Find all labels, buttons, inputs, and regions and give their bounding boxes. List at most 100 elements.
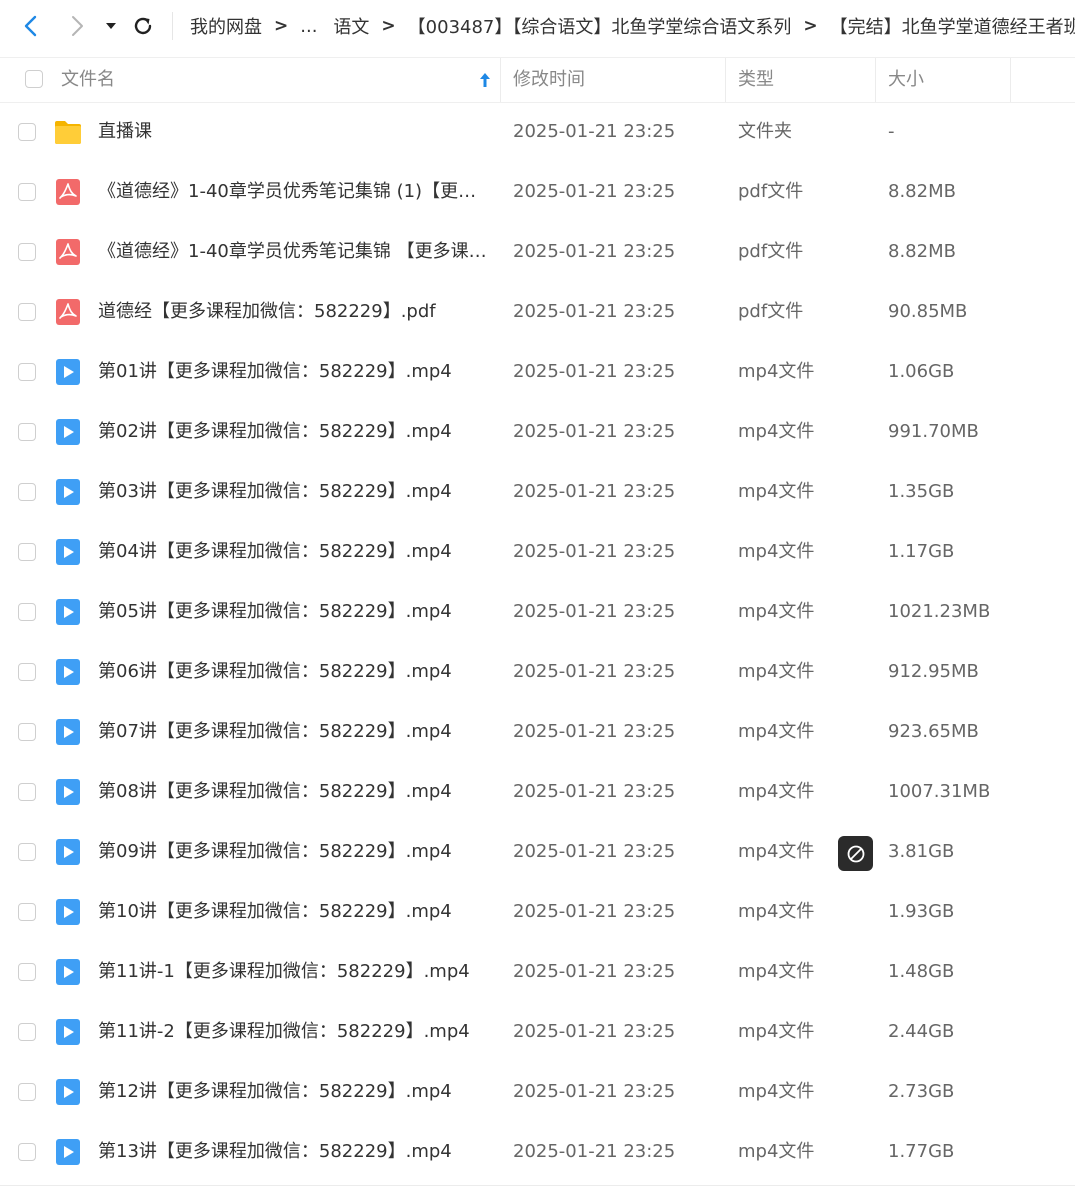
video-file-icon bbox=[56, 779, 80, 805]
block-badge[interactable] bbox=[838, 836, 873, 871]
row-checkbox[interactable] bbox=[18, 663, 36, 681]
column-divider[interactable] bbox=[875, 58, 876, 102]
video-file-icon bbox=[56, 899, 80, 925]
table-row[interactable]: 第11讲-1【更多课程加微信：582229】.mp4 2025-01-21 23:… bbox=[0, 942, 1075, 1002]
folder-icon bbox=[55, 121, 81, 144]
video-file-icon bbox=[56, 1139, 80, 1165]
row-checkbox[interactable] bbox=[18, 423, 36, 441]
table-row[interactable]: 第01讲【更多课程加微信：582229】.mp4 2025-01-21 23:25… bbox=[0, 342, 1075, 402]
file-name[interactable]: 第07讲【更多课程加微信：582229】.mp4 bbox=[98, 702, 490, 762]
block-icon bbox=[847, 845, 864, 862]
column-divider[interactable] bbox=[1010, 58, 1011, 102]
video-file-icon bbox=[56, 479, 80, 505]
column-header-name[interactable]: 文件名 bbox=[61, 58, 115, 102]
file-modified-time: 2025-01-21 23:25 bbox=[513, 241, 676, 262]
file-name[interactable]: 第11讲-1【更多课程加微信：582229】.mp4 bbox=[98, 942, 490, 1002]
file-name[interactable]: 《道德经》1-40章学员优秀笔记集锦 【更多课… bbox=[98, 222, 490, 282]
file-type: mp4文件 bbox=[738, 901, 815, 922]
file-name[interactable]: 第05讲【更多课程加微信：582229】.mp4 bbox=[98, 582, 490, 642]
file-modified-time: 2025-01-21 23:25 bbox=[513, 181, 676, 202]
file-modified-time: 2025-01-21 23:25 bbox=[513, 301, 676, 322]
table-row[interactable]: 第06讲【更多课程加微信：582229】.mp4 2025-01-21 23:25… bbox=[0, 642, 1075, 702]
file-name[interactable]: 第04讲【更多课程加微信：582229】.mp4 bbox=[98, 522, 490, 582]
table-row[interactable]: 第02讲【更多课程加微信：582229】.mp4 2025-01-21 23:25… bbox=[0, 402, 1075, 462]
row-checkbox[interactable] bbox=[18, 243, 36, 261]
table-row[interactable]: 第05讲【更多课程加微信：582229】.mp4 2025-01-21 23:25… bbox=[0, 582, 1075, 642]
row-checkbox[interactable] bbox=[18, 1143, 36, 1161]
file-name[interactable]: 道德经【更多课程加微信：582229】.pdf bbox=[98, 282, 490, 342]
row-checkbox[interactable] bbox=[18, 783, 36, 801]
column-header-size[interactable]: 大小 bbox=[888, 58, 924, 102]
table-row[interactable]: 第03讲【更多课程加微信：582229】.mp4 2025-01-21 23:25… bbox=[0, 462, 1075, 522]
table-row[interactable]: 第04讲【更多课程加微信：582229】.mp4 2025-01-21 23:25… bbox=[0, 522, 1075, 582]
file-name[interactable]: 第08讲【更多课程加微信：582229】.mp4 bbox=[98, 762, 490, 822]
breadcrumb-item-series[interactable]: 【003487】【综合语文】北鱼学堂综合语文系列 bbox=[408, 13, 792, 39]
file-type: mp4文件 bbox=[738, 481, 815, 502]
file-name[interactable]: 《道德经》1-40章学员优秀笔记集锦 (1)【更多… bbox=[98, 162, 490, 222]
row-checkbox[interactable] bbox=[18, 963, 36, 981]
table-row[interactable]: 直播课 2025-01-21 23:25 文件夹 - bbox=[0, 102, 1075, 162]
file-type: mp4文件 bbox=[738, 1141, 815, 1162]
file-name[interactable]: 第10讲【更多课程加微信：582229】.mp4 bbox=[98, 882, 490, 942]
file-size: 1.48GB bbox=[888, 961, 955, 982]
row-checkbox[interactable] bbox=[18, 1023, 36, 1041]
row-checkbox[interactable] bbox=[18, 303, 36, 321]
row-checkbox[interactable] bbox=[18, 543, 36, 561]
file-size: 1.77GB bbox=[888, 1141, 955, 1162]
forward-button[interactable] bbox=[62, 10, 92, 42]
breadcrumb-item-my-drive[interactable]: 我的网盘 bbox=[190, 13, 262, 39]
file-name[interactable]: 第12讲【更多课程加微信：582229】.mp4 bbox=[98, 1062, 490, 1122]
column-divider[interactable] bbox=[725, 58, 726, 102]
column-divider[interactable] bbox=[500, 58, 501, 102]
table-row[interactable]: 《道德经》1-40章学员优秀笔记集锦 (1)【更多… 2025-01-21 23:… bbox=[0, 162, 1075, 222]
column-header-type[interactable]: 类型 bbox=[738, 58, 774, 102]
select-all-checkbox[interactable] bbox=[25, 70, 43, 88]
back-button[interactable] bbox=[16, 10, 46, 42]
file-type: pdf文件 bbox=[738, 181, 804, 202]
file-name[interactable]: 第02讲【更多课程加微信：582229】.mp4 bbox=[98, 402, 490, 462]
file-name[interactable]: 第13讲【更多课程加微信：582229】.mp4 bbox=[98, 1122, 490, 1182]
table-row[interactable]: 第13讲【更多课程加微信：582229】.mp4 2025-01-21 23:25… bbox=[0, 1122, 1075, 1182]
file-modified-time: 2025-01-21 23:25 bbox=[513, 121, 676, 142]
table-row[interactable]: 第09讲【更多课程加微信：582229】.mp4 2025-01-21 23:25… bbox=[0, 822, 1075, 882]
file-modified-time: 2025-01-21 23:25 bbox=[513, 721, 676, 742]
table-row[interactable]: 第10讲【更多课程加微信：582229】.mp4 2025-01-21 23:25… bbox=[0, 882, 1075, 942]
breadcrumb-item-chinese[interactable]: 语文 bbox=[333, 13, 369, 39]
file-type: mp4文件 bbox=[738, 361, 815, 382]
file-size: 3.81GB bbox=[888, 841, 955, 862]
file-size: 912.95MB bbox=[888, 661, 979, 682]
row-checkbox[interactable] bbox=[18, 483, 36, 501]
toolbar-divider bbox=[172, 12, 173, 40]
breadcrumb-item-current[interactable]: 【完结】北鱼学堂道德经王者班 bbox=[830, 13, 1075, 39]
file-name[interactable]: 第09讲【更多课程加微信：582229】.mp4 bbox=[98, 822, 490, 882]
video-file-icon bbox=[56, 719, 80, 745]
video-file-icon bbox=[56, 839, 80, 865]
row-checkbox[interactable] bbox=[18, 843, 36, 861]
table-row[interactable]: 《道德经》1-40章学员优秀笔记集锦 【更多课… 2025-01-21 23:25… bbox=[0, 222, 1075, 282]
table-row[interactable]: 第12讲【更多课程加微信：582229】.mp4 2025-01-21 23:25… bbox=[0, 1062, 1075, 1122]
row-checkbox[interactable] bbox=[18, 183, 36, 201]
history-dropdown-button[interactable] bbox=[98, 10, 124, 42]
file-name[interactable]: 第03讲【更多课程加微信：582229】.mp4 bbox=[98, 462, 490, 522]
refresh-button[interactable] bbox=[128, 10, 158, 42]
breadcrumb-item-ellipsis[interactable]: ... bbox=[300, 16, 317, 37]
row-checkbox[interactable] bbox=[18, 603, 36, 621]
file-modified-time: 2025-01-21 23:25 bbox=[513, 1081, 676, 1102]
column-header-modified[interactable]: 修改时间 bbox=[513, 58, 585, 102]
table-row[interactable]: 道德经【更多课程加微信：582229】.pdf 2025-01-21 23:25 p… bbox=[0, 282, 1075, 342]
row-checkbox[interactable] bbox=[18, 123, 36, 141]
sort-ascending-arrow-icon[interactable] bbox=[479, 72, 491, 88]
row-checkbox[interactable] bbox=[18, 1083, 36, 1101]
row-checkbox[interactable] bbox=[18, 723, 36, 741]
file-name[interactable]: 第06讲【更多课程加微信：582229】.mp4 bbox=[98, 642, 490, 702]
file-modified-time: 2025-01-21 23:25 bbox=[513, 481, 676, 502]
file-type: mp4文件 bbox=[738, 1021, 815, 1042]
file-name[interactable]: 第01讲【更多课程加微信：582229】.mp4 bbox=[98, 342, 490, 402]
table-row[interactable]: 第11讲-2【更多课程加微信：582229】.mp4 2025-01-21 23:… bbox=[0, 1002, 1075, 1062]
row-checkbox[interactable] bbox=[18, 363, 36, 381]
table-row[interactable]: 第08讲【更多课程加微信：582229】.mp4 2025-01-21 23:25… bbox=[0, 762, 1075, 822]
file-name[interactable]: 第11讲-2【更多课程加微信：582229】.mp4 bbox=[98, 1002, 490, 1062]
row-checkbox[interactable] bbox=[18, 903, 36, 921]
table-row[interactable]: 第07讲【更多课程加微信：582229】.mp4 2025-01-21 23:25… bbox=[0, 702, 1075, 762]
file-name[interactable]: 直播课 bbox=[98, 102, 490, 162]
